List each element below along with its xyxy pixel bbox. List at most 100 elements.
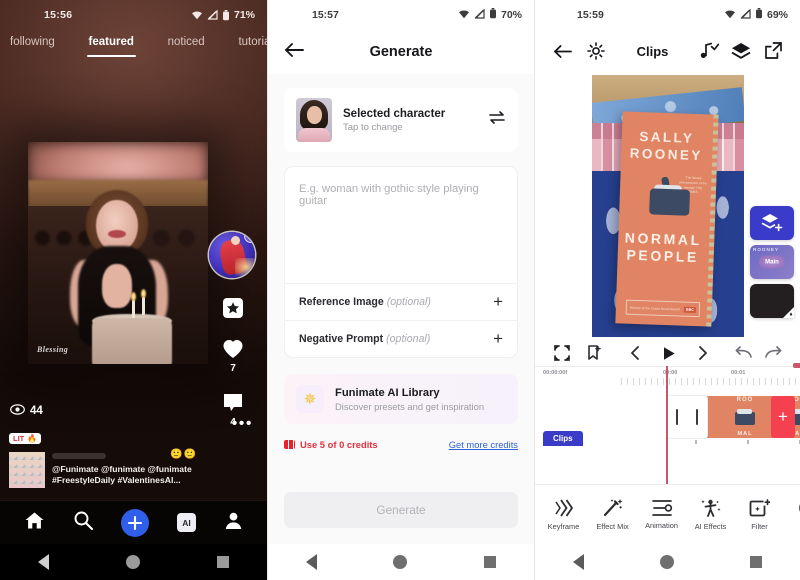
undo-icon <box>735 346 752 358</box>
redo-button[interactable] <box>760 346 786 360</box>
battery-percent: 69% <box>766 9 788 21</box>
play-button[interactable] <box>656 346 682 361</box>
feed-video-stage[interactable]: Blessing × 7 4 <box>0 66 267 514</box>
add-clip-button[interactable]: + <box>771 396 795 438</box>
reference-image-label: Reference Image <box>299 296 384 308</box>
settings-button[interactable] <box>583 42 609 60</box>
tab-following[interactable]: following <box>6 34 59 50</box>
status-icons: 70% <box>458 8 522 22</box>
tab-tutorial[interactable]: tutorial <box>234 34 267 50</box>
tab-noticed[interactable]: noticed <box>164 34 209 50</box>
close-icon[interactable]: × <box>244 232 255 243</box>
selected-character-card[interactable]: Selected character Tap to change <box>284 88 518 152</box>
music-button[interactable] <box>696 42 722 60</box>
arrow-left-icon <box>553 44 572 58</box>
preview-side-buttons: ROONEY Main ♦ <box>750 206 794 323</box>
bookmark-button[interactable] <box>581 345 607 361</box>
post-caption: @Funimate @funimate @funimate #Freestyle… <box>52 464 259 487</box>
ai-library-subtitle: Discover presets and get inspiration <box>335 400 485 412</box>
credits-row: Use 5 of 0 credits Get more credits <box>284 439 518 450</box>
gear-icon <box>587 42 605 60</box>
tool-color[interactable]: Co <box>784 498 800 531</box>
keyframe-icon <box>554 499 573 517</box>
system-home-icon[interactable] <box>393 555 408 569</box>
back-button[interactable] <box>549 44 575 59</box>
next-frame-button[interactable] <box>690 346 716 360</box>
playhead[interactable] <box>666 363 800 484</box>
fullscreen-icon <box>554 345 570 361</box>
clip-thumbnail-button[interactable]: ROONEY Main <box>750 245 794 279</box>
clip-trim-handle[interactable] <box>667 396 707 438</box>
reference-image-row[interactable]: Reference Image (optional) + <box>285 283 517 320</box>
panel-feed: 15:56 71% following featured noticed tut… <box>0 0 267 580</box>
ai-effects-icon <box>700 499 721 517</box>
wifi-icon <box>191 10 203 20</box>
tab-featured[interactable]: featured <box>85 34 138 57</box>
add-reference-image-button[interactable]: + <box>493 293 503 310</box>
tool-animation[interactable]: Animation <box>637 499 686 530</box>
post-info[interactable]: @Funimate @funimate @funimate #Freestyle… <box>9 452 259 488</box>
export-button[interactable] <box>760 42 786 60</box>
nav-item-ai[interactable]: AI <box>177 513 196 532</box>
undo-button[interactable] <box>730 346 756 360</box>
battery-percent: 71% <box>233 9 255 21</box>
add-negative-prompt-button[interactable]: + <box>493 330 503 347</box>
prev-frame-button[interactable] <box>622 346 648 360</box>
post-thumbnail[interactable] <box>9 452 45 488</box>
system-home-icon[interactable] <box>125 555 140 569</box>
nav-item-create[interactable] <box>121 508 149 537</box>
nav-item-home[interactable] <box>24 511 45 535</box>
tool-effect-mix[interactable]: Effect Mix <box>588 498 637 531</box>
book-cover: SALLY ROONEY 'The literary phenomenon of… <box>614 111 719 327</box>
battery-icon <box>489 8 497 22</box>
favorite-button[interactable] <box>209 296 257 320</box>
layers-button[interactable] <box>728 42 754 60</box>
background-button[interactable]: ♦ <box>750 284 794 318</box>
cellular-signal-icon <box>207 10 218 20</box>
tool-keyframe[interactable]: Keyframe <box>539 498 588 531</box>
more-options-icon[interactable]: ••• <box>232 416 253 432</box>
prompt-input[interactable]: E.g. woman with gothic style playing gui… <box>285 167 517 283</box>
post-meta: @Funimate @funimate @funimate #Freestyle… <box>52 452 259 488</box>
nav-item-search[interactable] <box>73 510 94 535</box>
system-nav-generate <box>268 544 534 580</box>
negative-prompt-row[interactable]: Negative Prompt (optional) + <box>285 320 517 357</box>
timeline[interactable]: 00:00:00f 00:00 00:01 ROOMAL ROOMAL ROOM… <box>535 363 800 484</box>
status-badge: LIT 🔥 <box>9 433 42 444</box>
tool-ai-effects[interactable]: AI Effects <box>686 498 735 531</box>
fullscreen-button[interactable] <box>549 345 575 361</box>
system-recents-icon[interactable] <box>483 556 496 568</box>
tab-clips[interactable]: Clips <box>543 431 583 446</box>
system-back-icon[interactable] <box>306 554 318 570</box>
back-button[interactable] <box>284 42 304 63</box>
system-back-icon[interactable] <box>573 554 584 570</box>
preview-frame[interactable]: SALLY ROONEY 'The literary phenomenon of… <box>591 75 744 337</box>
editor-preview[interactable]: SALLY ROONEY 'The literary phenomenon of… <box>535 72 800 340</box>
feed-video[interactable]: Blessing <box>28 142 208 364</box>
avatar[interactable]: × <box>209 232 255 278</box>
like-button[interactable]: 7 <box>209 338 257 374</box>
timeline-readout: 00:00:00f <box>543 370 568 376</box>
heart-icon <box>221 338 245 360</box>
swap-horizontal-icon[interactable] <box>488 110 506 130</box>
panel-editor: 15:59 69% Clips SALLY ROONEY 'The litera… <box>534 0 800 580</box>
video-cake <box>92 318 172 364</box>
status-clock: 15:57 <box>312 9 339 21</box>
add-layer-button[interactable] <box>750 206 794 240</box>
system-recents-icon[interactable] <box>216 556 229 568</box>
nav-item-profile[interactable] <box>224 511 243 535</box>
clip-thumb-label: Main <box>759 255 785 269</box>
layers-icon <box>731 43 751 59</box>
battery-icon <box>222 9 230 21</box>
system-back-icon[interactable] <box>38 554 50 570</box>
feed-action-rail: × 7 4 <box>209 232 257 428</box>
tool-filter[interactable]: Filter <box>735 498 784 531</box>
ai-library-card[interactable]: ✵ Funimate AI Library Discover presets a… <box>284 374 518 424</box>
video-watermark: Blessing <box>37 345 69 354</box>
generate-button[interactable]: Generate <box>284 492 518 528</box>
system-recents-icon[interactable] <box>750 556 762 568</box>
get-more-credits-link[interactable]: Get more credits <box>449 439 518 450</box>
clip-thumb-corner-text: ROONEY <box>753 247 779 252</box>
home-icon <box>25 512 44 528</box>
system-home-icon[interactable] <box>660 555 674 569</box>
